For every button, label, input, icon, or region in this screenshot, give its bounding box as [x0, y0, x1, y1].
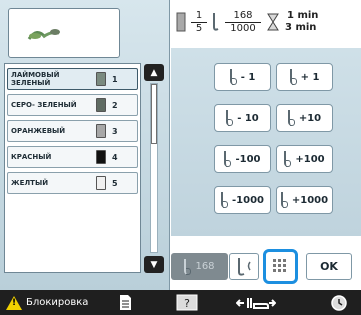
needle-icon: [280, 192, 288, 208]
current-stitch: 168: [225, 10, 261, 23]
time-progress: 1 min 3 min: [285, 10, 325, 34]
thread-row-5[interactable]: ЖЕЛТЫЙ 5: [7, 172, 138, 194]
elapsed-time: 1 min: [287, 10, 319, 21]
plus-1000-button[interactable]: +1000: [276, 186, 333, 214]
total-stitches: 1000: [230, 23, 256, 34]
button-label: + 1: [300, 71, 320, 83]
spool-icon: [96, 72, 106, 86]
thread-name: ОРАНЖЕВЫЙ: [11, 127, 66, 135]
scroll-track[interactable]: [150, 83, 158, 253]
thread-row-2[interactable]: СЕРО- ЗЕЛЕНЫЙ 2: [7, 94, 138, 116]
stitch-progress: 168 1000: [225, 10, 261, 35]
scroll-thumb[interactable]: [151, 84, 157, 144]
thread-number: 2: [112, 100, 118, 110]
total-time: 3 min: [285, 22, 317, 33]
clock-icon[interactable]: [330, 294, 348, 311]
embroidery-screen: ЛАЙМОВЫЙ ЗЕЛЕНЫЙ 1 СЕРО- ЗЕЛЕНЫЙ 2 ОРАНЖ…: [0, 0, 361, 315]
minus-10-button[interactable]: - 10: [214, 104, 271, 132]
stitch-count-display: 168: [171, 253, 228, 280]
thread-name: СЕРО- ЗЕЛЕНЫЙ: [11, 101, 77, 109]
needle-icon: [184, 258, 192, 275]
color-progress: 1 5: [191, 10, 207, 35]
status-header: 1 5 168 1000 1 min 3 min: [171, 0, 361, 48]
spool-icon: [96, 98, 106, 112]
needle-icon: [238, 258, 251, 276]
needle-icon: [287, 110, 295, 126]
plus-10-button[interactable]: +10: [276, 104, 333, 132]
lock-label: Блокировка: [26, 297, 89, 308]
lock-button[interactable]: Блокировка: [6, 293, 96, 312]
needle-icon: [226, 110, 234, 126]
needle-icon: [213, 13, 219, 31]
spool-icon: [96, 124, 106, 138]
thread-row-4[interactable]: КРАСНЫЙ 4: [7, 146, 138, 168]
button-label: +10: [298, 112, 322, 124]
thread-name: ЛАЙМОВЫЙ ЗЕЛЕНЫЙ: [11, 71, 60, 87]
button-label: -1000: [232, 194, 264, 206]
bottom-bar: Блокировка ?: [0, 290, 361, 315]
thread-color-list: ЛАЙМОВЫЙ ЗЕЛЕНЫЙ 1 СЕРО- ЗЕЛЕНЫЙ 2 ОРАНЖ…: [4, 63, 141, 273]
grid-button[interactable]: [263, 249, 298, 284]
arrow-up-icon: ▲: [150, 67, 158, 78]
arrow-down-icon: ▼: [150, 259, 158, 270]
thread-number: 3: [112, 126, 118, 136]
needle-clip-button[interactable]: [229, 253, 259, 280]
thread-name: ЖЕЛТЫЙ: [11, 179, 49, 187]
button-label: - 10: [237, 112, 259, 124]
needle-icon: [289, 69, 297, 85]
button-label: - 1: [240, 71, 256, 83]
minus-1-button[interactable]: - 1: [214, 63, 271, 91]
thread-row-1[interactable]: ЛАЙМОВЫЙ ЗЕЛЕНЫЙ 1: [7, 68, 138, 90]
ok-button[interactable]: OK: [306, 253, 352, 280]
minus-1000-button[interactable]: -1000: [214, 186, 271, 214]
thread-name: КРАСНЫЙ: [11, 153, 52, 161]
scroll-down-button[interactable]: ▼: [144, 256, 164, 273]
plus-1-button[interactable]: + 1: [276, 63, 333, 91]
button-label: +1000: [291, 194, 329, 206]
button-label: -100: [235, 153, 261, 165]
spool-count-icon: [176, 12, 186, 32]
scroll-up-button[interactable]: ▲: [144, 64, 164, 81]
thread-number: 1: [112, 74, 118, 84]
thread-list-scrollbar[interactable]: ▲ ▼: [143, 63, 165, 275]
design-preview: [8, 8, 120, 58]
right-panel: 1 5 168 1000 1 min 3 min - 1 + 1 - 10 +1…: [171, 0, 361, 290]
thread-row-3[interactable]: ОРАНЖЕВЫЙ 3: [7, 120, 138, 142]
warning-icon: [6, 295, 22, 310]
left-panel: ЛАЙМОВЫЙ ЗЕЛЕНЫЙ 1 СЕРО- ЗЕЛЕНЫЙ 2 ОРАНЖ…: [0, 0, 170, 290]
stitch-count-value: 168: [195, 261, 215, 272]
thread-number: 4: [112, 152, 118, 162]
plus-100-button[interactable]: +100: [276, 145, 333, 173]
current-color: 1: [191, 10, 207, 23]
help-icon[interactable]: ?: [176, 294, 198, 311]
needle-icon: [221, 192, 228, 208]
thread-number: 5: [112, 178, 118, 188]
hourglass-icon: [267, 13, 279, 31]
needle-icon: [229, 69, 237, 85]
button-label: +100: [295, 153, 325, 165]
presser-foot-icon[interactable]: [236, 294, 276, 311]
grid-icon: [272, 258, 286, 272]
svg-text:?: ?: [184, 297, 190, 310]
needle-icon: [224, 151, 232, 167]
design-preview-image: [27, 29, 60, 40]
spool-icon: [96, 176, 106, 190]
total-colors: 5: [195, 23, 203, 34]
document-icon[interactable]: [116, 294, 134, 311]
needle-icon: [284, 151, 292, 167]
spool-icon: [96, 150, 106, 164]
minus-100-button[interactable]: -100: [214, 145, 271, 173]
